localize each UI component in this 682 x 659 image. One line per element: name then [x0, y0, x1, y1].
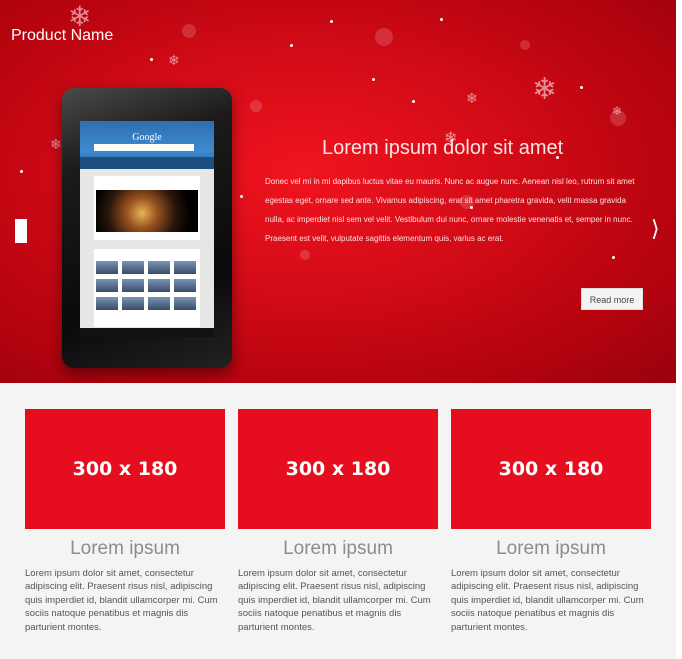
photo-thumb [122, 297, 144, 310]
photo-thumb [96, 261, 118, 274]
photo-thumb [174, 279, 196, 292]
snow-dot [412, 100, 415, 103]
screen-nav-bar [80, 328, 214, 337]
photo-thumb [148, 261, 170, 274]
bokeh-decoration [520, 40, 530, 50]
feature-text: Lorem ipsum dolor sit amet, consectetur … [451, 568, 644, 633]
screen-card [94, 176, 200, 240]
hero-carousel: ❄ ❄ ❄ ❄ ❄ ❄ ❄ Product Name Google Lorem … [0, 0, 676, 383]
snowflake-icon: ❄ [168, 52, 180, 68]
bokeh-decoration [182, 24, 196, 38]
brand-name[interactable]: Product Name [11, 27, 113, 45]
snow-dot [290, 44, 293, 47]
snow-dot [580, 86, 583, 89]
snowflake-icon: ❄ [532, 73, 558, 106]
photo-thumb [96, 279, 118, 292]
snow-dot [240, 195, 243, 198]
feature-column: 300 x 180 Lorem ipsum Lorem ipsum dolor … [451, 409, 651, 634]
page-edge [676, 0, 682, 383]
feature-column: 300 x 180 Lorem ipsum Lorem ipsum dolor … [238, 409, 438, 634]
read-more-button[interactable]: Read more [581, 288, 643, 310]
feature-title: Lorem ipsum [283, 538, 393, 559]
photo-thumb [174, 261, 196, 274]
screen-card [94, 249, 200, 327]
snowflake-icon: ❄ [466, 90, 478, 106]
image-placeholder: 300 x 180 [451, 409, 651, 529]
feature-title: Lorem ipsum [70, 538, 180, 559]
hero-title: Lorem ipsum dolor sit amet [322, 137, 564, 159]
snow-dot [330, 20, 333, 23]
photo-thumb [122, 279, 144, 292]
feature-column: 300 x 180 Lorem ipsum Lorem ipsum dolor … [25, 409, 225, 634]
tablet-device-image: Google [62, 88, 232, 368]
image-placeholder: 300 x 180 [238, 409, 438, 529]
screen-card-image [96, 190, 198, 232]
snow-dot [372, 78, 375, 81]
feature-text: Lorem ipsum dolor sit amet, consectetur … [25, 568, 218, 633]
snow-dot [150, 58, 153, 61]
snow-dot [440, 18, 443, 21]
photo-thumb [148, 279, 170, 292]
bokeh-decoration [375, 28, 393, 46]
tablet-screen: Google [80, 121, 214, 337]
snow-dot [612, 256, 615, 259]
screen-skyline [80, 157, 214, 169]
carousel-next-arrow-icon[interactable]: ⟩ [651, 216, 660, 242]
feature-text: Lorem ipsum dolor sit amet, consectetur … [238, 568, 431, 633]
photo-thumb [174, 297, 196, 310]
photo-thumb [148, 297, 170, 310]
features-section: 300 x 180 Lorem ipsum Lorem ipsum dolor … [0, 383, 676, 659]
photo-thumb [122, 261, 144, 274]
bokeh-decoration [300, 250, 310, 260]
image-placeholder: 300 x 180 [25, 409, 225, 529]
snow-dot [20, 170, 23, 173]
feature-title: Lorem ipsum [496, 538, 606, 559]
bokeh-decoration [250, 100, 262, 112]
hero-description: Donec vel mi in mi dapibus luctus vitae … [265, 177, 635, 243]
snowflake-icon: ❄ [612, 104, 623, 118]
snowflake-icon: ❄ [50, 136, 62, 152]
photo-thumb [96, 297, 118, 310]
screen-logo: Google [132, 132, 162, 143]
carousel-prev-control[interactable] [15, 219, 27, 243]
screen-header: Google [80, 121, 214, 169]
camera-icon [144, 97, 149, 102]
screen-search-bar [94, 144, 194, 151]
